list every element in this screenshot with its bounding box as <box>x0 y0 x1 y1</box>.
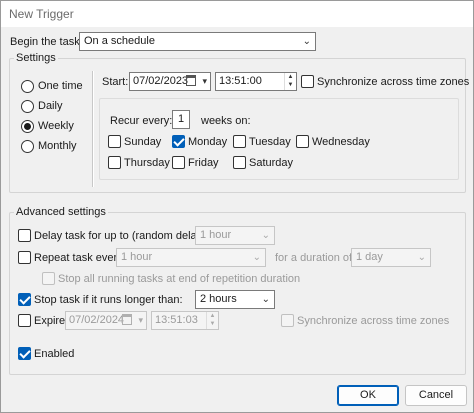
chevron-down-icon: ⌄ <box>417 252 426 263</box>
sync-timezones-label: Synchronize across time zones <box>317 76 470 88</box>
stop-running-tasks-checkbox[interactable] <box>42 272 55 285</box>
day-sunday-label: Sunday <box>124 136 162 148</box>
enabled-checkbox[interactable] <box>18 347 31 360</box>
expire-time-value: 13:51:03 <box>155 314 198 326</box>
start-time-field[interactable]: 13:51:00 ▲ ▼ <box>215 72 297 91</box>
duration-dropdown[interactable]: 1 day ⌄ <box>351 248 431 267</box>
ok-button[interactable]: OK <box>337 385 399 406</box>
enabled-label: Enabled <box>34 348 75 360</box>
advanced-settings-legend: Advanced settings <box>14 206 108 218</box>
start-date-value: 07/02/2023 <box>133 75 189 87</box>
chevron-down-icon: ▾ <box>138 315 143 325</box>
cancel-button[interactable]: Cancel <box>405 385 467 406</box>
chevron-down-icon: ⌄ <box>302 36 311 47</box>
chevron-down-icon: ⌄ <box>261 294 270 305</box>
new-trigger-dialog: New Trigger Begin the task: On a schedul… <box>0 0 474 413</box>
day-tuesday-checkbox[interactable] <box>233 135 246 148</box>
expire-label: Expire: <box>34 315 69 327</box>
day-wednesday-checkbox[interactable] <box>296 135 309 148</box>
radio-one-time-label: One time <box>38 80 83 92</box>
day-thursday-label: Thursday <box>124 157 170 169</box>
radio-monthly-label: Monthly <box>38 140 77 152</box>
weeks-on-label: weeks on: <box>201 115 251 127</box>
start-date-picker[interactable]: 07/02/2023 ▾ <box>129 72 211 91</box>
window-title: New Trigger <box>9 7 74 21</box>
radio-monthly[interactable] <box>21 140 34 153</box>
expire-checkbox[interactable] <box>18 314 31 327</box>
day-wednesday-label: Wednesday <box>312 136 370 148</box>
time-spinner-icon[interactable]: ▲ ▼ <box>284 73 296 90</box>
radio-daily[interactable] <box>21 100 34 113</box>
sync-timezones-checkbox[interactable] <box>301 75 314 88</box>
day-friday-label: Friday <box>188 157 219 169</box>
chevron-down-icon: ▾ <box>202 76 207 86</box>
radio-weekly-label: Weekly <box>38 120 74 132</box>
title-bar: New Trigger <box>1 1 473 27</box>
time-spinner-icon[interactable]: ▲ ▼ <box>206 312 218 329</box>
delay-task-checkbox[interactable] <box>18 229 31 242</box>
stop-if-longer-value: 2 hours <box>200 293 237 305</box>
delay-task-dropdown[interactable]: 1 hour ⌄ <box>195 226 275 245</box>
start-time-value: 13:51:00 <box>219 75 262 87</box>
repeat-task-value: 1 hour <box>121 251 153 263</box>
day-sunday-checkbox[interactable] <box>108 135 121 148</box>
day-monday-checkbox[interactable] <box>172 135 185 148</box>
stop-running-tasks-label: Stop all running tasks at end of repetit… <box>58 273 301 285</box>
repeat-task-label: Repeat task every: <box>34 252 126 264</box>
chevron-down-icon: ⌄ <box>252 252 261 263</box>
expire-date-value: 07/02/2024 <box>69 314 125 326</box>
duration-value: 1 day <box>356 251 383 263</box>
begin-task-label: Begin the task: <box>10 36 83 48</box>
duration-label: for a duration of: <box>275 252 356 264</box>
recur-every-value: 1 <box>177 113 185 125</box>
start-label: Start: <box>102 76 129 88</box>
expire-sync-timezones-label: Synchronize across time zones <box>297 315 450 327</box>
radio-weekly[interactable] <box>21 120 34 133</box>
begin-task-value: On a schedule <box>84 35 155 47</box>
expire-date-picker[interactable]: 07/02/2024 ▾ <box>65 311 147 330</box>
chevron-down-icon: ⌄ <box>261 230 270 241</box>
settings-legend: Settings <box>14 52 58 64</box>
recur-every-label: Recur every: <box>110 115 173 127</box>
calendar-icon <box>122 314 132 325</box>
radio-one-time[interactable] <box>21 80 34 93</box>
settings-separator <box>92 71 94 187</box>
repeat-task-dropdown[interactable]: 1 hour ⌄ <box>116 248 266 267</box>
day-tuesday-label: Tuesday <box>249 136 291 148</box>
day-thursday-checkbox[interactable] <box>108 156 121 169</box>
repeat-task-checkbox[interactable] <box>18 251 31 264</box>
expire-sync-timezones-checkbox[interactable] <box>281 314 294 327</box>
delay-task-label: Delay task for up to (random delay): <box>34 230 209 242</box>
stop-if-longer-dropdown[interactable]: 2 hours ⌄ <box>195 290 275 309</box>
day-friday-checkbox[interactable] <box>172 156 185 169</box>
delay-task-value: 1 hour <box>200 229 232 241</box>
stop-if-longer-checkbox[interactable] <box>18 293 31 306</box>
day-saturday-label: Saturday <box>249 157 294 169</box>
begin-task-dropdown[interactable]: On a schedule ⌄ <box>79 32 316 51</box>
radio-daily-label: Daily <box>38 100 63 112</box>
day-saturday-checkbox[interactable] <box>233 156 246 169</box>
stop-if-longer-label: Stop task if it runs longer than: <box>34 294 183 306</box>
day-monday-label: Monday <box>188 136 228 148</box>
calendar-icon <box>186 75 196 86</box>
recur-every-input[interactable]: 1 <box>172 110 190 129</box>
expire-time-field[interactable]: 13:51:03 ▲ ▼ <box>151 311 219 330</box>
